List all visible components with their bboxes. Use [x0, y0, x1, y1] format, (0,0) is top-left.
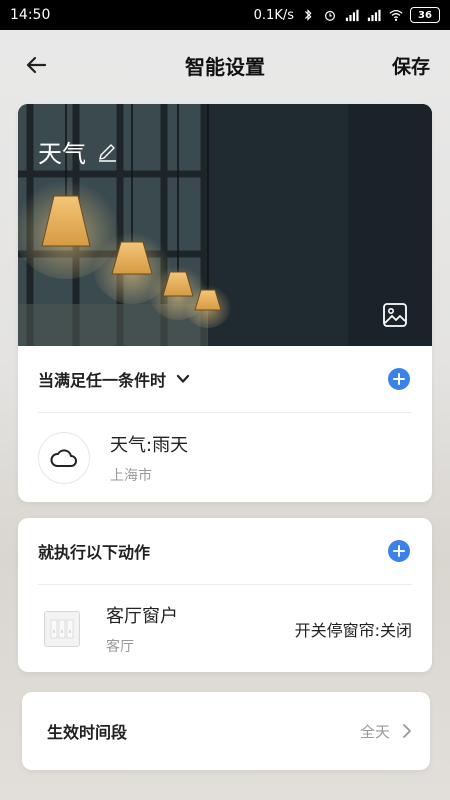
effective-period-row[interactable]: 生效时间段 全天 — [22, 692, 430, 770]
edit-icon — [99, 143, 116, 162]
network-speed: 0.1K/s — [253, 7, 294, 23]
condition-subtitle: 上海市 — [110, 468, 152, 484]
device-name: 客厅窗户 — [106, 606, 178, 627]
conditions-heading: 当满足任一条件时 — [38, 371, 167, 390]
signal-icon — [345, 9, 359, 22]
status-bar: 14:50 0.1K/s 36 — [0, 0, 450, 30]
action-value: 开关停窗帘:关闭 — [294, 621, 412, 640]
scene-name-edit[interactable]: 天气 — [38, 134, 118, 169]
actions-heading: 就执行以下动作 — [38, 543, 151, 562]
condition-title: 天气:雨天 — [110, 435, 189, 456]
condition-icon — [38, 432, 90, 484]
actions-header: 就执行以下动作 — [18, 518, 432, 584]
effective-period-card: 生效时间段 全天 — [22, 692, 430, 770]
add-action-button[interactable] — [388, 540, 410, 562]
status-icons: 0.1K/s 36 — [254, 7, 440, 23]
scene-card: 天气 当满足任一条件时 天气:雨天 上海市 — [18, 104, 432, 502]
condition-item[interactable]: 天气:雨天 上海市 — [18, 413, 432, 502]
status-time: 14:50 — [10, 7, 51, 23]
scene-cover-image: 天气 — [18, 104, 432, 346]
switch-panel-glyph — [50, 619, 74, 639]
bluetooth-icon — [304, 9, 312, 21]
app-bar: 智能设置 保存 — [0, 30, 450, 100]
plus-icon — [393, 545, 405, 557]
hd-signal-icon — [367, 9, 381, 22]
alarm-icon — [325, 10, 335, 21]
curtain-switch-icon — [44, 611, 80, 647]
period-value: 全天 — [359, 722, 390, 741]
page-title: 智能设置 — [185, 54, 265, 79]
device-room: 客厅 — [106, 639, 134, 655]
condition-mode-dropdown[interactable]: 当满足任一条件时 — [38, 367, 190, 391]
plus-icon — [393, 373, 405, 385]
action-item[interactable]: 客厅窗户 客厅 开关停窗帘:关闭 — [18, 585, 432, 672]
wifi-icon — [389, 9, 403, 21]
image-icon[interactable] — [382, 302, 408, 328]
back-button[interactable] — [20, 49, 52, 81]
arrow-left-icon — [26, 56, 47, 74]
chevron-down-icon — [176, 374, 190, 383]
scene-name: 天气 — [38, 140, 86, 168]
save-button[interactable]: 保存 — [392, 52, 430, 79]
period-label: 生效时间段 — [47, 723, 128, 742]
chevron-right-icon — [403, 724, 411, 738]
cloud-icon — [50, 449, 77, 467]
conditions-header: 当满足任一条件时 — [18, 346, 432, 412]
battery-icon: 36 — [410, 7, 440, 23]
add-condition-button[interactable] — [388, 368, 410, 390]
actions-card: 就执行以下动作 客厅窗户 客厅 开关停窗帘:关闭 — [18, 518, 432, 672]
